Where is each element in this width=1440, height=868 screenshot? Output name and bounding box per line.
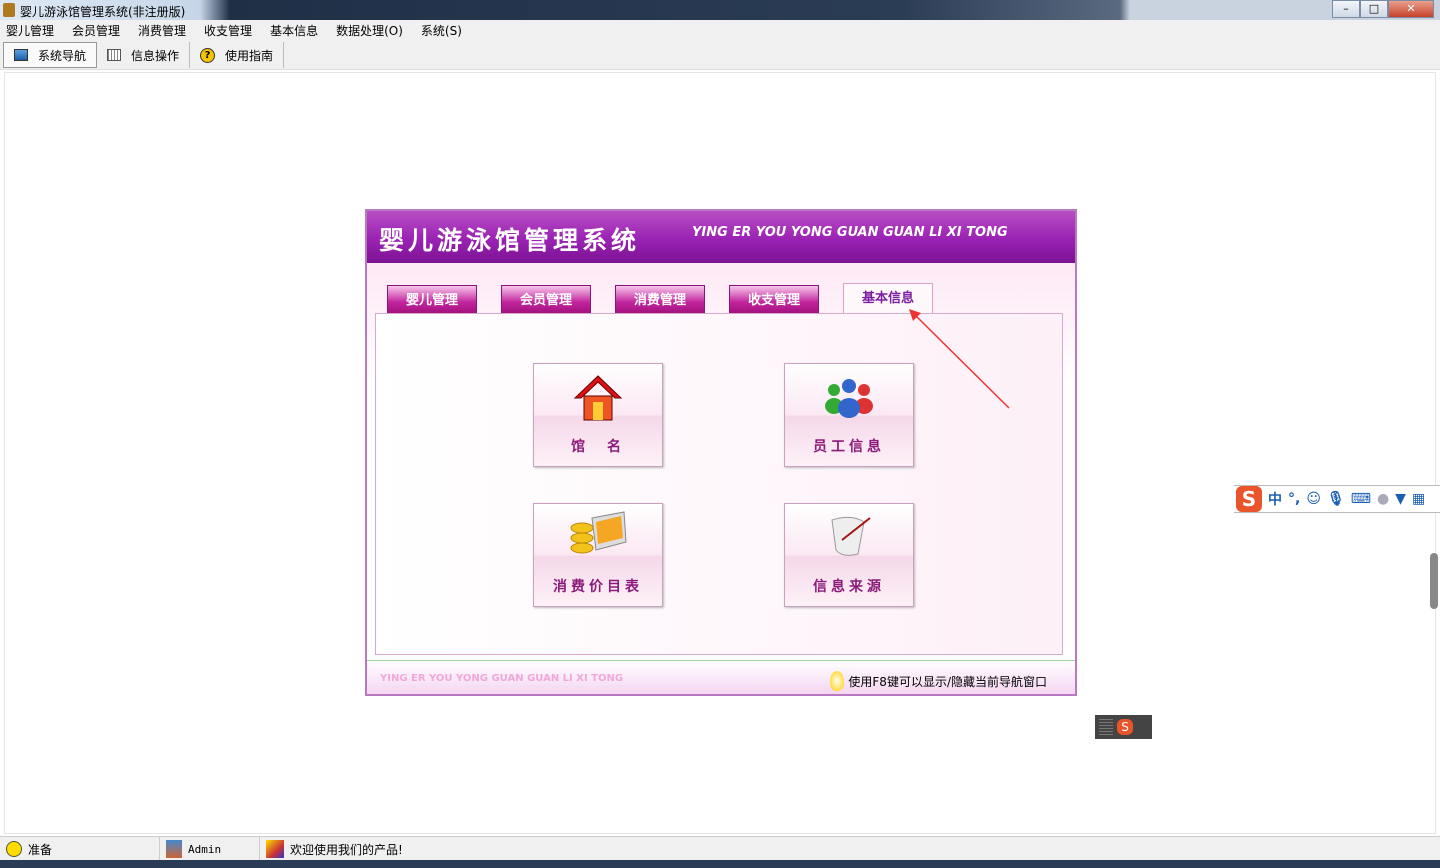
status-user: Admin xyxy=(160,837,260,861)
menu-system[interactable]: 系统(S) xyxy=(421,20,462,42)
ime-mode[interactable]: 中 xyxy=(1268,489,1282,509)
menu-data[interactable]: 数据处理(O) xyxy=(336,20,403,42)
title-bar: 婴儿游泳馆管理系统(非注册版) – □ ✕ xyxy=(0,0,1440,20)
scroll-icon xyxy=(831,516,871,556)
monitor-icon xyxy=(14,49,28,61)
minimize-button[interactable]: – xyxy=(1332,0,1360,18)
annotation-arrow xyxy=(909,309,1010,409)
help-icon: ? xyxy=(200,47,216,63)
guide-button[interactable]: ? 使用指南 xyxy=(190,42,285,68)
panel-title: 婴儿游泳馆管理系统 xyxy=(379,226,641,255)
skin-icon[interactable]: ▼ xyxy=(1395,491,1406,507)
panel-footer: YING ER YOU YONG GUAN GUAN LI XI TONG 使用… xyxy=(367,660,1075,694)
status-bar: 准备 Admin 欢迎使用我们的产品! xyxy=(0,836,1440,861)
price-list-button[interactable]: 消费价目表 xyxy=(533,503,663,607)
sogou-mini-icon: S xyxy=(1117,719,1133,735)
user-icon xyxy=(166,840,182,858)
scroll-handle[interactable] xyxy=(1430,553,1438,609)
taskbar xyxy=(0,860,1440,868)
people-icon xyxy=(825,379,873,418)
menu-baby[interactable]: 婴儿管理 xyxy=(6,20,54,42)
cubes-icon xyxy=(266,840,284,858)
menu-bar: 婴儿管理 会员管理 消费管理 收支管理 基本信息 数据处理(O) 系统(S) xyxy=(0,20,1440,42)
venue-name-button[interactable]: 馆 名 xyxy=(533,363,663,467)
tab-finance[interactable]: 收支管理 xyxy=(729,285,819,314)
panel-header: 婴儿游泳馆管理系统 YING ER YOU YONG GUAN GUAN LI … xyxy=(367,211,1075,263)
staff-info-button[interactable]: 员工信息 xyxy=(784,363,914,467)
menu-finance[interactable]: 收支管理 xyxy=(204,20,252,42)
alert-icon xyxy=(6,841,22,857)
info-operation-button[interactable]: 信息操作 xyxy=(97,42,191,68)
menu-member[interactable]: 会员管理 xyxy=(72,20,120,42)
ime-mini-bar[interactable]: S xyxy=(1095,715,1152,739)
apps-icon[interactable]: ▦ xyxy=(1412,491,1425,507)
grid-icon xyxy=(107,49,122,61)
ime-punct[interactable]: °, xyxy=(1288,491,1300,507)
nav-button[interactable]: 系统导航 xyxy=(3,42,98,68)
app-icon xyxy=(3,3,15,17)
lightbulb-icon xyxy=(830,671,845,691)
tab-baby[interactable]: 婴儿管理 xyxy=(387,285,477,314)
house-icon xyxy=(573,375,623,421)
close-button[interactable]: ✕ xyxy=(1388,0,1434,18)
toolbar: 系统导航 信息操作 ? 使用指南 xyxy=(0,42,1440,70)
coins-laptop-icon xyxy=(570,511,627,554)
tab-member[interactable]: 会员管理 xyxy=(501,285,591,314)
keyboard-icon[interactable]: ⌨ xyxy=(1351,491,1371,507)
f8-tip: 使用F8键可以显示/隐藏当前导航窗口 xyxy=(830,671,1047,691)
status-state: 准备 xyxy=(0,837,160,861)
status-message: 欢迎使用我们的产品! xyxy=(260,837,1440,861)
user-icon[interactable]: ● xyxy=(1377,491,1389,507)
menu-consumption[interactable]: 消费管理 xyxy=(138,20,186,42)
sogou-logo-icon: S xyxy=(1236,486,1262,512)
info-source-button[interactable]: 信息来源 xyxy=(784,503,914,607)
menu-basic-info[interactable]: 基本信息 xyxy=(270,20,318,42)
emoji-icon[interactable]: ☺ xyxy=(1306,491,1321,507)
window-title: 婴儿游泳馆管理系统(非注册版) xyxy=(20,5,186,19)
navigation-panel: 婴儿游泳馆管理系统 YING ER YOU YONG GUAN GUAN LI … xyxy=(365,209,1077,696)
tab-consumption[interactable]: 消费管理 xyxy=(615,285,705,314)
maximize-button[interactable]: □ xyxy=(1360,0,1388,18)
ime-toolbar[interactable]: S 中 °, ☺ 🎙 ⌨ ● ▼ ▦ xyxy=(1234,485,1440,513)
panel-subtitle: YING ER YOU YONG GUAN GUAN LI XI TONG xyxy=(692,225,1008,240)
mic-icon[interactable]: 🎙 xyxy=(1327,491,1345,507)
